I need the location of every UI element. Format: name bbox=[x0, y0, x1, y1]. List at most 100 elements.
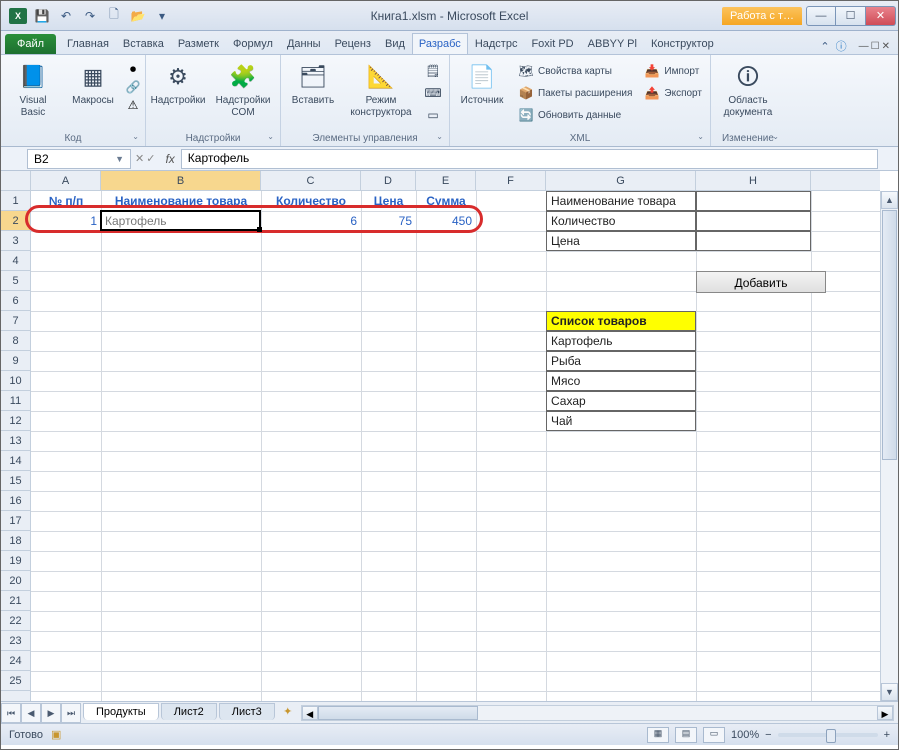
mdi-restore-icon[interactable]: ☐ bbox=[871, 41, 880, 52]
refresh-data-button[interactable]: 🔄Обновить данные bbox=[514, 105, 636, 125]
add-button[interactable]: Добавить bbox=[696, 271, 826, 293]
cell-B1[interactable]: Наименование товара bbox=[101, 191, 261, 211]
cell-G11[interactable]: Сахар bbox=[546, 391, 696, 411]
cell-D1[interactable]: Цена bbox=[361, 191, 416, 211]
cell-C2[interactable]: 6 bbox=[261, 211, 361, 231]
view-layout-button[interactable]: ▤ bbox=[675, 727, 697, 743]
enter-formula-icon[interactable]: ✓ bbox=[146, 152, 155, 165]
row-header-18[interactable]: 18 bbox=[1, 531, 30, 551]
sheet-nav-prev[interactable]: ◀ bbox=[21, 703, 41, 723]
col-header-C[interactable]: C bbox=[261, 171, 361, 190]
name-box-dropdown-icon[interactable]: ▼ bbox=[115, 154, 124, 164]
tab-data[interactable]: Данны bbox=[280, 33, 328, 54]
cell-B2[interactable]: Картофель bbox=[101, 211, 261, 231]
view-pagebreak-button[interactable]: ▭ bbox=[703, 727, 725, 743]
row-header-7[interactable]: 7 bbox=[1, 311, 30, 331]
row-header-5[interactable]: 5 bbox=[1, 271, 30, 291]
name-box[interactable]: B2▼ bbox=[27, 149, 131, 169]
cell-G8[interactable]: Картофель bbox=[546, 331, 696, 351]
map-properties-button[interactable]: 🗺Свойства карты bbox=[514, 61, 636, 81]
cell-H3[interactable] bbox=[696, 231, 811, 251]
tab-insert[interactable]: Вставка bbox=[116, 33, 171, 54]
worksheet-grid[interactable]: ABCDEFGH 1234567891011121314151617181920… bbox=[1, 171, 898, 701]
row-header-14[interactable]: 14 bbox=[1, 451, 30, 471]
cell-G10[interactable]: Мясо bbox=[546, 371, 696, 391]
row-header-24[interactable]: 24 bbox=[1, 651, 30, 671]
macro-security-icon[interactable]: ⚠ bbox=[125, 97, 141, 113]
tab-constructor[interactable]: Конструктор bbox=[644, 33, 721, 54]
zoom-level[interactable]: 100% bbox=[731, 729, 759, 741]
visual-basic-button[interactable]: 📘 Visual Basic bbox=[5, 57, 61, 122]
scroll-left-button[interactable]: ◀ bbox=[302, 706, 318, 720]
macros-button[interactable]: ▦ Макросы bbox=[65, 57, 121, 111]
properties-button[interactable]: 🗒 bbox=[421, 61, 445, 81]
col-header-B[interactable]: B bbox=[101, 171, 261, 190]
qat-new-icon[interactable]: 🗋 bbox=[103, 5, 125, 27]
zoom-slider[interactable] bbox=[778, 733, 878, 737]
excel-app-icon[interactable]: X bbox=[7, 5, 29, 27]
view-normal-button[interactable]: ▦ bbox=[647, 727, 669, 743]
row-header-10[interactable]: 10 bbox=[1, 371, 30, 391]
com-addins-button[interactable]: 🧩 Надстройки COM bbox=[210, 57, 276, 122]
vertical-scrollbar[interactable]: ▲ ▼ bbox=[880, 191, 898, 701]
row-header-15[interactable]: 15 bbox=[1, 471, 30, 491]
zoom-in-button[interactable]: + bbox=[884, 729, 890, 741]
cell-C1[interactable]: Количество bbox=[261, 191, 361, 211]
col-header-F[interactable]: F bbox=[476, 171, 546, 190]
select-all-corner[interactable] bbox=[1, 171, 31, 191]
cell-G3[interactable]: Цена bbox=[546, 231, 696, 251]
tab-home[interactable]: Главная bbox=[60, 33, 116, 54]
row-header-12[interactable]: 12 bbox=[1, 411, 30, 431]
tab-abbyy[interactable]: ABBYY Pl bbox=[581, 33, 644, 54]
cell-E2[interactable]: 450 bbox=[416, 211, 476, 231]
xml-import-button[interactable]: 📥Импорт bbox=[640, 61, 706, 81]
mdi-close-icon[interactable]: ✕ bbox=[882, 41, 890, 52]
cancel-formula-icon[interactable]: ✕ bbox=[135, 152, 144, 165]
run-dialog-button[interactable]: ▭ bbox=[421, 105, 445, 125]
tab-view[interactable]: Вид bbox=[378, 33, 412, 54]
mdi-minimize-icon[interactable]: — bbox=[859, 41, 869, 52]
qat-open-icon[interactable]: 📂 bbox=[127, 5, 149, 27]
cell-G2[interactable]: Количество bbox=[546, 211, 696, 231]
vscroll-thumb[interactable] bbox=[882, 210, 897, 460]
macro-record-status-icon[interactable]: ▣ bbox=[51, 728, 61, 741]
qat-redo-icon[interactable]: ↷ bbox=[79, 5, 101, 27]
sheet-tab-2[interactable]: Лист2 bbox=[161, 703, 217, 720]
record-macro-icon[interactable]: ⏺ bbox=[125, 61, 141, 77]
row-header-3[interactable]: 3 bbox=[1, 231, 30, 251]
formula-input[interactable]: Картофель bbox=[181, 149, 878, 169]
xml-export-button[interactable]: 📤Экспорт bbox=[640, 83, 706, 103]
tab-formulas[interactable]: Формул bbox=[226, 33, 280, 54]
expansion-packs-button[interactable]: 📦Пакеты расширения bbox=[514, 83, 636, 103]
cell-H2[interactable] bbox=[696, 211, 811, 231]
tab-addins[interactable]: Надстрс bbox=[468, 33, 525, 54]
row-header-16[interactable]: 16 bbox=[1, 491, 30, 511]
col-header-E[interactable]: E bbox=[416, 171, 476, 190]
row-header-13[interactable]: 13 bbox=[1, 431, 30, 451]
cell-G7[interactable]: Список товаров bbox=[546, 311, 696, 331]
tab-review[interactable]: Реценз bbox=[328, 33, 378, 54]
maximize-button[interactable]: ☐ bbox=[836, 6, 866, 26]
fx-icon[interactable]: fx bbox=[165, 152, 174, 166]
row-header-20[interactable]: 20 bbox=[1, 571, 30, 591]
cell-G1[interactable]: Наименование товара bbox=[546, 191, 696, 211]
cell-H1[interactable] bbox=[696, 191, 811, 211]
col-header-D[interactable]: D bbox=[361, 171, 416, 190]
row-header-1[interactable]: 1 bbox=[1, 191, 30, 211]
ribbon-minimize-icon[interactable]: ⌃ bbox=[820, 40, 829, 53]
cell-E1[interactable]: Сумма bbox=[416, 191, 476, 211]
row-header-19[interactable]: 19 bbox=[1, 551, 30, 571]
help-icon[interactable]: ⓘ bbox=[836, 38, 847, 54]
tab-layout[interactable]: Разметк bbox=[171, 33, 226, 54]
use-relative-icon[interactable]: 🔗 bbox=[125, 79, 141, 95]
scroll-down-button[interactable]: ▼ bbox=[881, 683, 898, 701]
sheet-tab-products[interactable]: Продукты bbox=[83, 703, 159, 720]
row-header-17[interactable]: 17 bbox=[1, 511, 30, 531]
scroll-up-button[interactable]: ▲ bbox=[881, 191, 898, 209]
addins-button[interactable]: ⚙ Надстройки bbox=[150, 57, 206, 111]
row-header-25[interactable]: 25 bbox=[1, 671, 30, 691]
row-header-9[interactable]: 9 bbox=[1, 351, 30, 371]
cell-G12[interactable]: Чай bbox=[546, 411, 696, 431]
view-code-button[interactable]: ⌨ bbox=[421, 83, 445, 103]
row-headers[interactable]: 1234567891011121314151617181920212223242… bbox=[1, 191, 31, 701]
